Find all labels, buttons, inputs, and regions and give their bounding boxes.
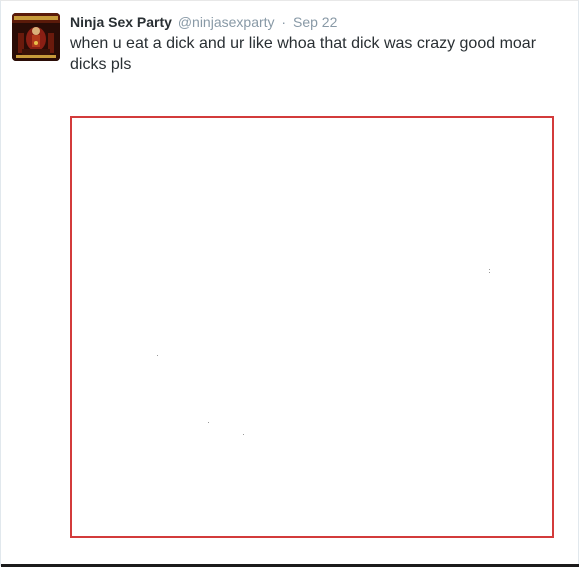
media-speck	[489, 272, 490, 273]
media-speck	[157, 355, 158, 356]
author-handle[interactable]: @ninjasexparty	[178, 14, 275, 30]
media-speck	[489, 269, 490, 270]
author-name[interactable]: Ninja Sex Party	[70, 14, 172, 30]
band-avatar-icon	[12, 13, 60, 61]
tweet-timestamp[interactable]: Sep 22	[293, 14, 337, 30]
tweet-header: Ninja Sex Party @ninjasexparty · Sep 22	[70, 13, 337, 31]
header-separator: ·	[281, 14, 287, 30]
media-frame[interactable]	[70, 116, 554, 538]
tweet-card: Ninja Sex Party @ninjasexparty · Sep 22 …	[0, 0, 579, 567]
media-speck	[208, 422, 209, 423]
media-speck	[243, 434, 244, 435]
avatar[interactable]	[12, 13, 60, 61]
tweet-text: when u eat a dick and ur like whoa that …	[70, 35, 537, 73]
